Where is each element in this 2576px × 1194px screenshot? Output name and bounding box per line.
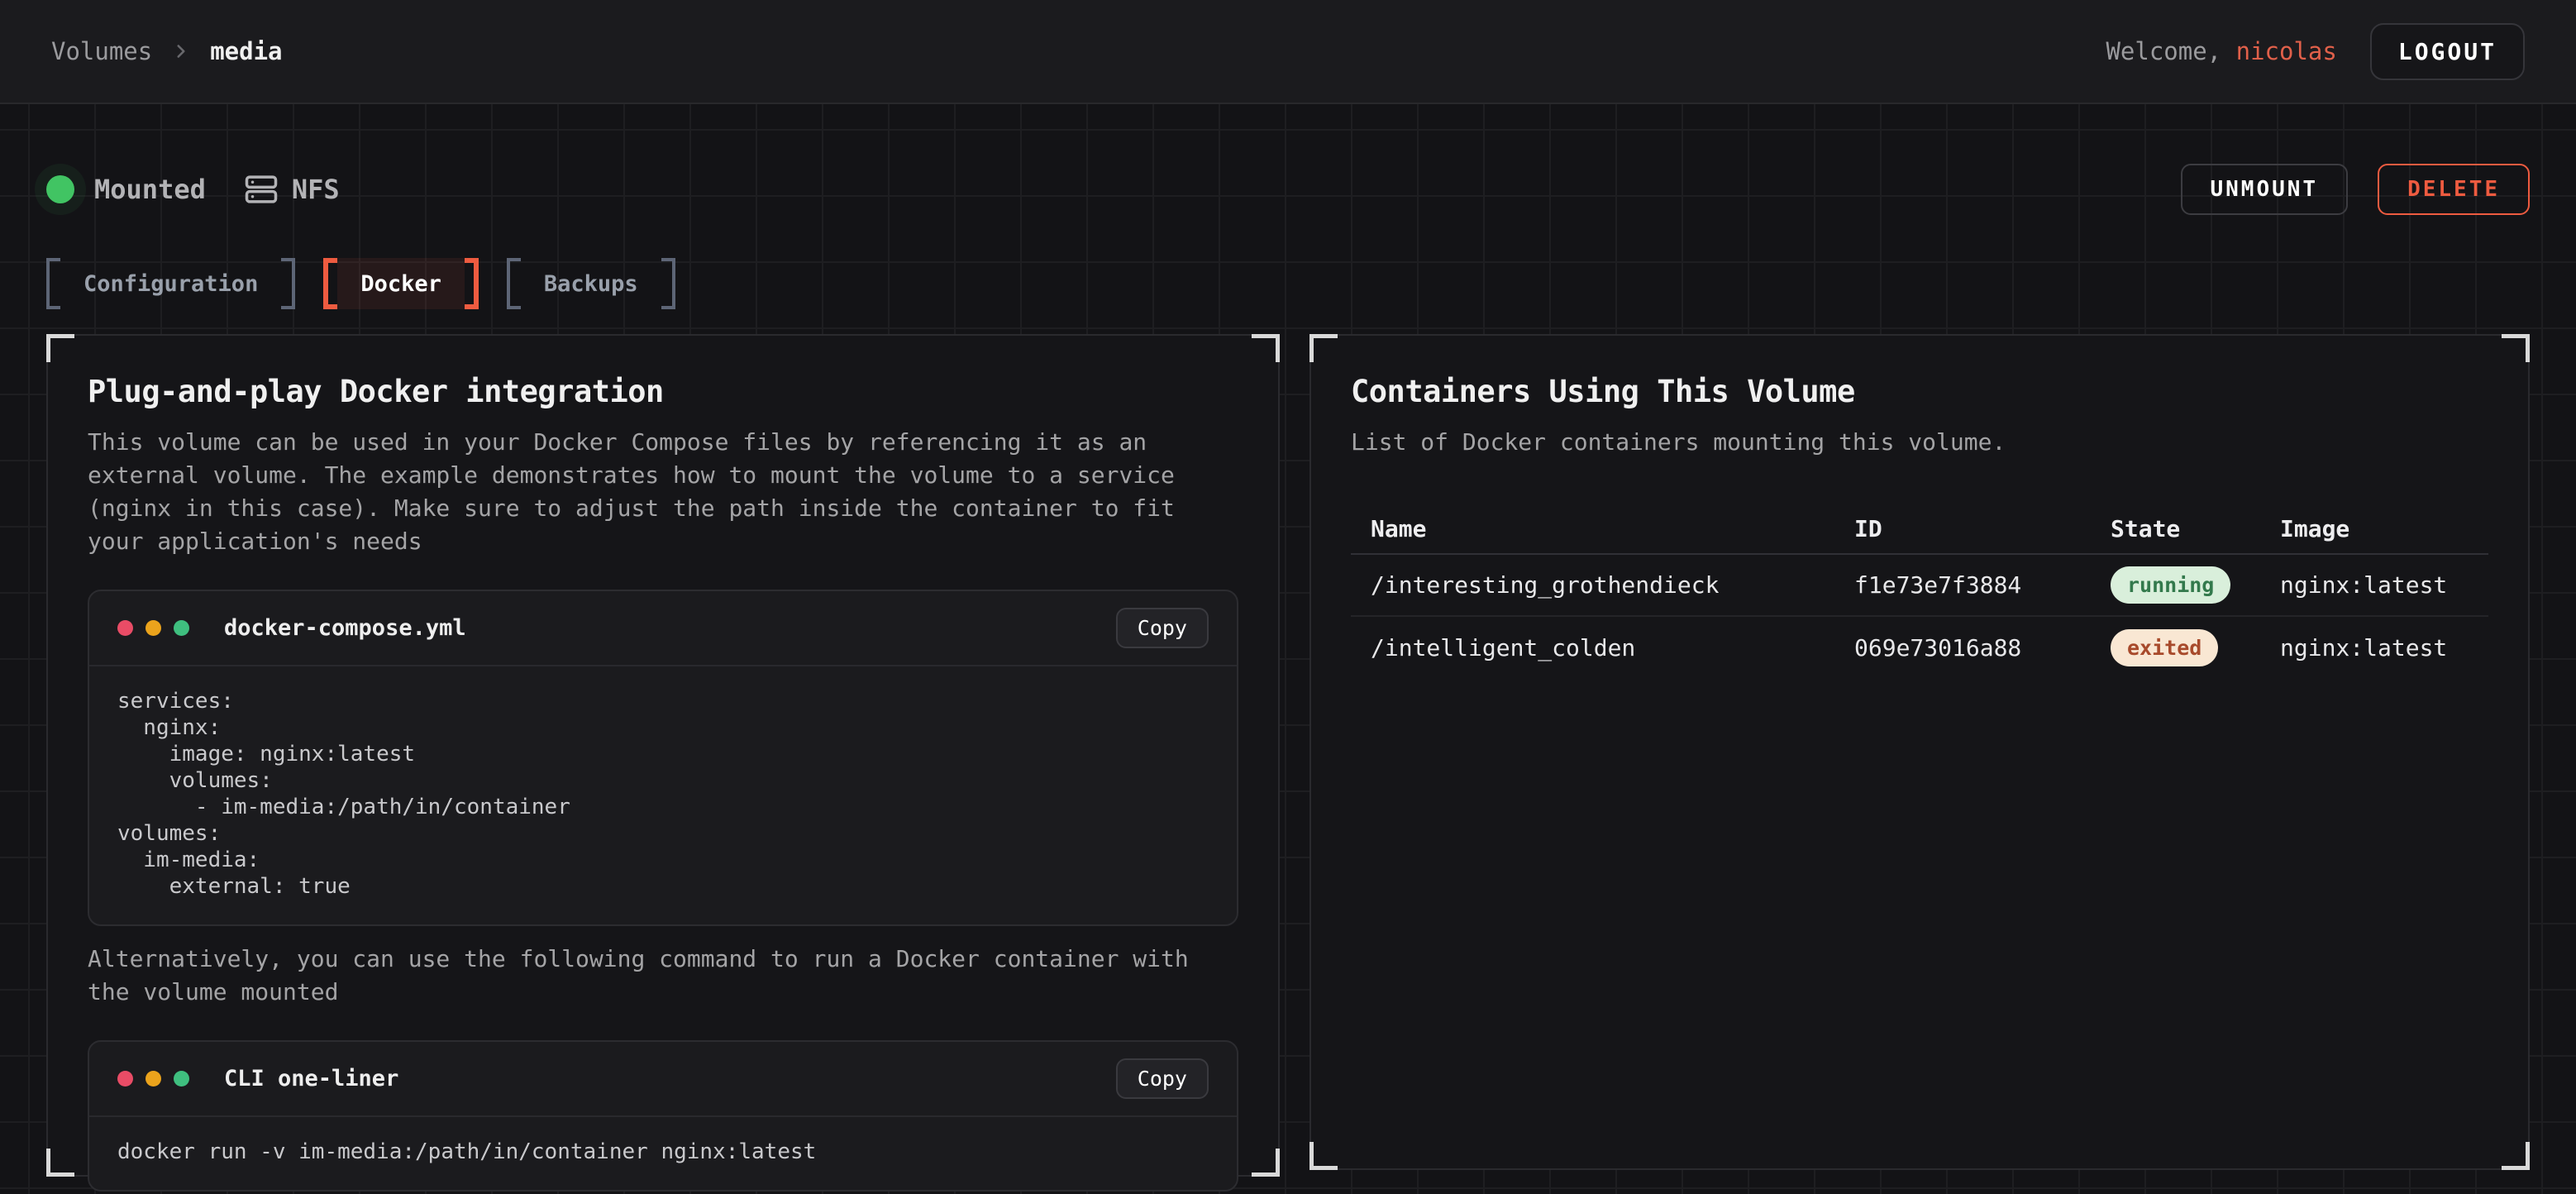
panel-corner-icon bbox=[1309, 1142, 1338, 1170]
containers-panel-subtitle: List of Docker containers mounting this … bbox=[1351, 426, 2488, 459]
container-image: nginx:latest bbox=[2260, 571, 2488, 599]
container-name: /interesting_grothendieck bbox=[1351, 571, 1834, 599]
compose-code: services: nginx: image: nginx:latest vol… bbox=[89, 666, 1237, 924]
mounted-status-label: Mounted bbox=[94, 174, 206, 205]
containers-table: Name ID State Image /interesting_grothen… bbox=[1351, 504, 2488, 679]
volume-detail-page: Volumes media Welcome, nicolas LOGOUT Mo… bbox=[0, 0, 2576, 1194]
filesystem-type: NFS bbox=[244, 172, 340, 207]
docker-integration-panel: Plug-and-play Docker integration This vo… bbox=[46, 334, 1280, 1177]
server-icon bbox=[244, 172, 279, 207]
container-row: /interesting_grothendieck f1e73e7f3884 r… bbox=[1351, 555, 2488, 617]
containers-table-header: Name ID State Image bbox=[1351, 504, 2488, 555]
container-row: /intelligent_colden 069e73016a88 exited … bbox=[1351, 617, 2488, 679]
column-header-image: Image bbox=[2260, 515, 2488, 542]
container-image: nginx:latest bbox=[2260, 634, 2488, 661]
mount-status: Mounted NFS bbox=[46, 172, 340, 207]
delete-button[interactable]: DELETE bbox=[2378, 164, 2530, 215]
filesystem-type-label: NFS bbox=[292, 174, 340, 205]
traffic-lights-icon bbox=[117, 1071, 189, 1087]
tab-bracket-left bbox=[46, 258, 60, 309]
containers-panel: Containers Using This Volume List of Doc… bbox=[1309, 334, 2530, 1170]
column-header-name: Name bbox=[1351, 515, 1834, 542]
traffic-green-icon bbox=[174, 1071, 189, 1087]
breadcrumb-current-volume: media bbox=[210, 37, 282, 65]
tab-bracket-right bbox=[281, 258, 295, 309]
cli-code: docker run -v im-media:/path/in/containe… bbox=[89, 1117, 1237, 1190]
traffic-amber-icon bbox=[145, 1071, 161, 1087]
docker-panel-title: Plug-and-play Docker integration bbox=[88, 374, 1238, 409]
cli-intro-text: Alternatively, you can use the following… bbox=[88, 943, 1238, 1009]
logout-button[interactable]: LOGOUT bbox=[2370, 23, 2525, 80]
containers-panel-title: Containers Using This Volume bbox=[1351, 374, 2488, 409]
unmount-button[interactable]: UNMOUNT bbox=[2181, 164, 2349, 215]
tab-backups-label: Backups bbox=[521, 258, 661, 309]
container-id: 069e73016a88 bbox=[1834, 634, 2091, 661]
panel-corner-icon bbox=[2502, 334, 2530, 362]
tab-backups[interactable]: Backups bbox=[507, 258, 675, 309]
traffic-red-icon bbox=[117, 620, 133, 636]
compose-code-header: docker-compose.yml Copy bbox=[89, 591, 1237, 666]
copy-cli-button[interactable]: Copy bbox=[1116, 1058, 1209, 1099]
panel-corner-icon bbox=[46, 334, 74, 362]
volume-status-row: Mounted NFS UNMOUNT DELETE bbox=[46, 164, 2530, 215]
welcome-text: Welcome, nicolas bbox=[2106, 37, 2336, 65]
container-state: running bbox=[2091, 566, 2260, 604]
traffic-red-icon bbox=[117, 1071, 133, 1087]
panel-corner-icon bbox=[2502, 1142, 2530, 1170]
tab-configuration-label: Configuration bbox=[60, 258, 281, 309]
column-header-id: ID bbox=[1834, 515, 2091, 542]
traffic-amber-icon bbox=[145, 620, 161, 636]
tab-configuration[interactable]: Configuration bbox=[46, 258, 295, 309]
copy-compose-button[interactable]: Copy bbox=[1116, 608, 1209, 648]
welcome-prefix: Welcome, bbox=[2106, 37, 2221, 65]
chevron-right-icon bbox=[170, 41, 192, 62]
username: nicolas bbox=[2236, 37, 2337, 65]
docker-tab-panels: Plug-and-play Docker integration This vo… bbox=[46, 334, 2530, 1177]
traffic-green-icon bbox=[174, 620, 189, 636]
panel-corner-icon bbox=[1252, 334, 1280, 362]
volume-actions: UNMOUNT DELETE bbox=[2181, 164, 2531, 215]
mounted-status-dot-icon bbox=[46, 175, 74, 203]
tab-bracket-right bbox=[465, 258, 479, 309]
panel-corner-icon bbox=[1252, 1149, 1280, 1177]
tab-bracket-left bbox=[323, 258, 337, 309]
topbar-right: Welcome, nicolas LOGOUT bbox=[2106, 23, 2525, 80]
status-badge: running bbox=[2111, 566, 2230, 604]
container-name: /intelligent_colden bbox=[1351, 634, 1834, 661]
panel-corner-icon bbox=[1309, 334, 1338, 362]
tab-bracket-left bbox=[507, 258, 521, 309]
compose-code-card: docker-compose.yml Copy services: nginx:… bbox=[88, 590, 1238, 926]
content-area: Mounted NFS UNMOUNT DELETE bbox=[0, 104, 2576, 1194]
traffic-lights-icon bbox=[117, 620, 189, 636]
container-id: f1e73e7f3884 bbox=[1834, 571, 2091, 599]
topbar: Volumes media Welcome, nicolas LOGOUT bbox=[0, 0, 2576, 104]
breadcrumb: Volumes media bbox=[51, 37, 283, 65]
cli-title: CLI one-liner bbox=[224, 1066, 398, 1091]
tab-docker[interactable]: Docker bbox=[323, 258, 479, 309]
cli-code-card: CLI one-liner Copy docker run -v im-medi… bbox=[88, 1040, 1238, 1192]
column-header-state: State bbox=[2091, 515, 2260, 542]
tab-docker-label: Docker bbox=[337, 258, 465, 309]
status-badge: exited bbox=[2111, 629, 2218, 666]
cli-code-header: CLI one-liner Copy bbox=[89, 1042, 1237, 1117]
panel-corner-icon bbox=[46, 1149, 74, 1177]
breadcrumb-volumes-link[interactable]: Volumes bbox=[51, 37, 152, 65]
volume-tabs: Configuration Docker Backups bbox=[46, 258, 2530, 309]
container-state: exited bbox=[2091, 629, 2260, 666]
docker-panel-description: This volume can be used in your Docker C… bbox=[88, 426, 1238, 558]
tab-bracket-right bbox=[661, 258, 675, 309]
compose-filename: docker-compose.yml bbox=[224, 615, 466, 641]
